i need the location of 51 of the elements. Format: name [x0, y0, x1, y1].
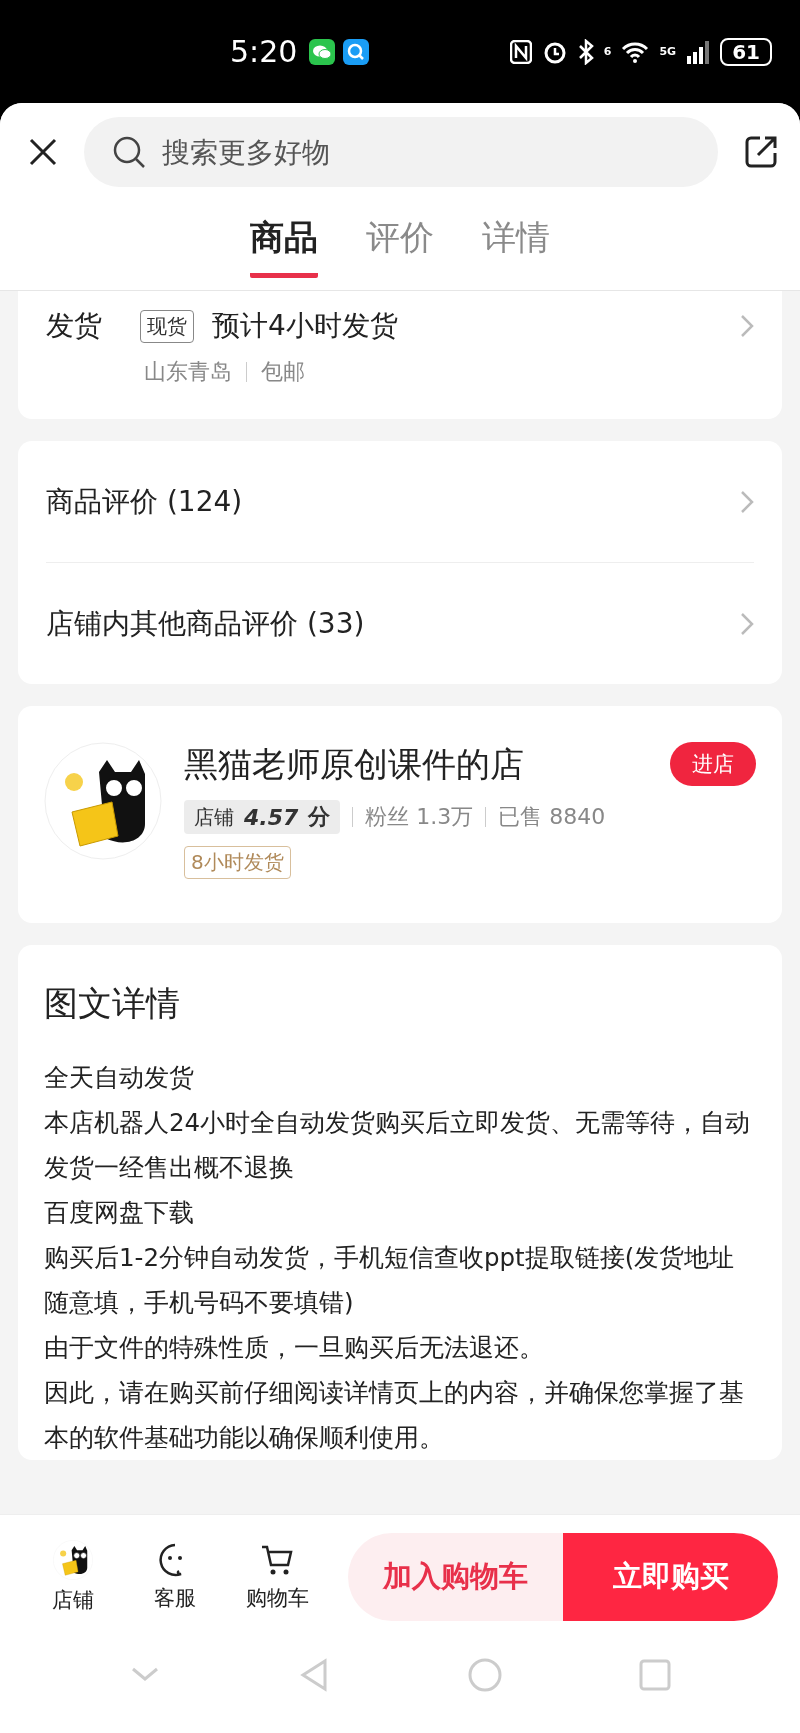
details-paragraph: 本店机器人24小时全自动发货购买后立即发货、无需等待，自动发货一经售出概不退换	[44, 1107, 752, 1184]
details-paragraph: 购买后1-2分钟自动发货，手机短信查收ppt提取链接(发货地址随意填，手机号码不要填错)	[44, 1242, 736, 1319]
details-paragraph: 百度网盘下载	[44, 1197, 195, 1229]
shipping-fee-text: 包邮	[261, 358, 305, 386]
close-icon[interactable]	[28, 137, 58, 167]
review-link[interactable]: 商品评价 (124)	[46, 441, 754, 562]
add-to-cart-button[interactable]: 加入购物车	[348, 1533, 563, 1621]
share-icon[interactable]	[744, 135, 778, 169]
enter-shop-button[interactable]: 进店	[670, 742, 756, 786]
tab[interactable]: 商品	[250, 215, 318, 278]
chevron-right-icon	[740, 314, 754, 338]
nfc-icon	[509, 39, 532, 64]
review-link[interactable]: 店铺内其他商品评价 (33)	[46, 562, 754, 684]
details-paragraph: 由于文件的特殊性质，一旦购买后无法退还。	[44, 1332, 545, 1364]
rating-label: 店铺	[194, 803, 234, 831]
shipping-time-badge: 8小时发货	[184, 846, 291, 879]
battery-level: 61	[720, 37, 772, 66]
bottom-nav-item[interactable]: 购物车	[226, 1542, 328, 1612]
search-app-icon	[343, 38, 370, 65]
chat-app-icon	[309, 38, 336, 65]
wifi-icon	[621, 40, 650, 63]
stock-tag: 现货	[140, 309, 194, 343]
chevron-right-icon	[740, 489, 754, 514]
shipping-estimate: 预计4小时发货	[212, 308, 398, 344]
origin-text: 山东青岛	[144, 358, 232, 386]
signal-icon	[686, 39, 711, 64]
details-paragraph: 全天自动发货	[44, 1062, 195, 1094]
recent-apps-icon[interactable]	[637, 1657, 673, 1693]
shipping-label: 发货	[46, 308, 102, 344]
review-label: 店铺内其他商品评价 (33)	[46, 605, 365, 642]
shop-logo-icon	[53, 1540, 93, 1580]
bluetooth-icon	[577, 38, 594, 65]
rating-unit: 分	[308, 803, 331, 831]
wifi-label: 6	[603, 45, 612, 58]
sold-count: 已售 8840	[498, 803, 606, 831]
fans-count: 粉丝 1.3万	[365, 803, 474, 831]
details-title: 图文详情	[44, 982, 181, 1025]
review-label: 商品评价 (124)	[46, 483, 243, 520]
bottom-nav-item[interactable]: 客服	[124, 1542, 226, 1612]
search-icon	[112, 135, 146, 169]
bottom-nav-item[interactable]: 店铺	[22, 1540, 124, 1614]
search-bar[interactable]: 搜索更多好物	[84, 117, 718, 187]
shop-name: 黑猫老师原创课件的店	[184, 743, 525, 786]
buy-now-button[interactable]: 立即购买	[563, 1533, 778, 1621]
clock-time: 5:20	[230, 34, 298, 69]
chevron-right-icon	[740, 611, 754, 636]
home-icon[interactable]	[467, 1657, 503, 1693]
rating-score: 4.57	[244, 804, 299, 830]
network-label: 5G	[659, 45, 677, 58]
search-field[interactable]: 搜索更多好物	[160, 134, 690, 170]
details-paragraph: 因此，请在购买前仔细阅读详情页上的内容，并确保您掌握了基本的软件基础功能以确保顺利使用。	[44, 1377, 745, 1454]
